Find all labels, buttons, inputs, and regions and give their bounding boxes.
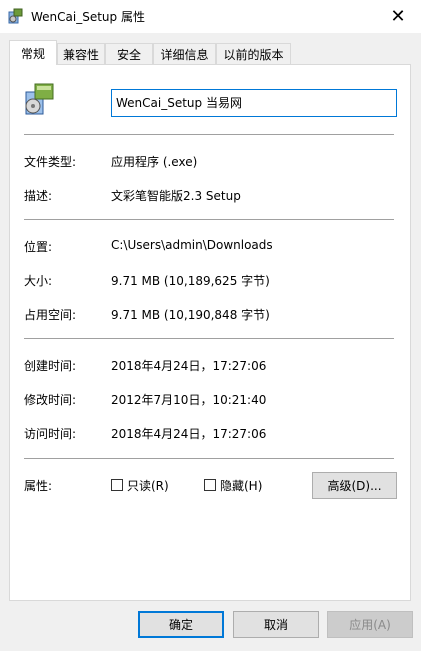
installer-file-icon bbox=[25, 83, 54, 115]
general-panel: WenCai_Setup 当易网 文件类型: 应用程序 (.exe) 描述: 文… bbox=[9, 64, 411, 601]
title-bar: WenCai_Setup 属性 ✕ bbox=[0, 0, 421, 33]
file-type-value: 应用程序 (.exe) bbox=[111, 155, 198, 169]
created-label: 创建时间: bbox=[24, 359, 77, 373]
tab-previous-versions[interactable]: 以前的版本 bbox=[216, 43, 291, 64]
readonly-checkbox[interactable] bbox=[111, 479, 123, 491]
description-value: 文彩笔智能版2.3 Setup bbox=[111, 189, 241, 203]
separator bbox=[24, 219, 394, 220]
cancel-button[interactable]: 取消 bbox=[233, 611, 319, 638]
close-button[interactable]: ✕ bbox=[375, 0, 421, 32]
advanced-button[interactable]: 高级(D)... bbox=[312, 472, 397, 499]
readonly-label[interactable]: 只读(R) bbox=[127, 477, 169, 494]
modified-label: 修改时间: bbox=[24, 393, 77, 407]
attributes-label: 属性: bbox=[24, 479, 53, 493]
size-on-disk-value: 9.71 MB (10,190,848 字节) bbox=[111, 308, 270, 322]
description-label: 描述: bbox=[24, 189, 53, 203]
size-label: 大小: bbox=[24, 274, 53, 288]
tab-details[interactable]: 详细信息 bbox=[153, 43, 216, 64]
separator bbox=[24, 134, 394, 135]
accessed-value: 2018年4月24日，17:27:06 bbox=[111, 427, 267, 441]
tab-compatibility[interactable]: 兼容性 bbox=[57, 43, 105, 64]
file-type-label: 文件类型: bbox=[24, 155, 77, 169]
ok-button[interactable]: 确定 bbox=[138, 611, 224, 638]
size-value: 9.71 MB (10,189,625 字节) bbox=[111, 274, 270, 288]
file-name-input[interactable]: WenCai_Setup 当易网 bbox=[111, 89, 397, 117]
accessed-label: 访问时间: bbox=[24, 427, 77, 441]
size-on-disk-label: 占用空间: bbox=[24, 308, 77, 322]
hidden-label[interactable]: 隐藏(H) bbox=[220, 477, 262, 494]
tab-security[interactable]: 安全 bbox=[105, 43, 153, 64]
location-label: 位置: bbox=[24, 240, 53, 254]
location-value: C:\Users\admin\Downloads bbox=[111, 238, 273, 252]
tab-general[interactable]: 常规 bbox=[9, 40, 57, 65]
separator bbox=[24, 338, 394, 339]
separator bbox=[24, 458, 394, 459]
apply-button[interactable]: 应用(A) bbox=[327, 611, 413, 638]
installer-icon bbox=[8, 8, 23, 24]
created-value: 2018年4月24日，17:27:06 bbox=[111, 359, 267, 373]
modified-value: 2012年7月10日，10:21:40 bbox=[111, 393, 267, 407]
window-title: WenCai_Setup 属性 bbox=[31, 10, 145, 24]
hidden-checkbox[interactable] bbox=[204, 479, 216, 491]
